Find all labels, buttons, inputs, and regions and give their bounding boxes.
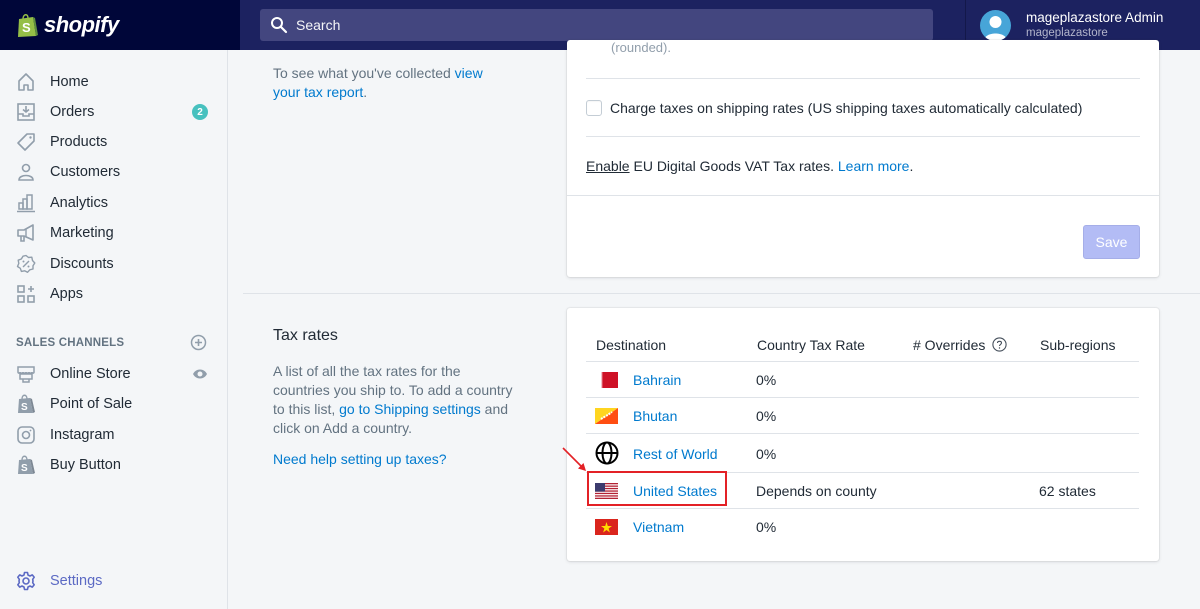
sidebar-item-online-store[interactable]: Online Store xyxy=(0,359,228,389)
globe-icon xyxy=(595,441,619,465)
instagram-icon xyxy=(16,425,36,445)
bar-chart-icon xyxy=(16,193,36,213)
user-silhouette-icon xyxy=(984,15,1007,41)
avatar xyxy=(980,9,1011,41)
rounded-note: (rounded). xyxy=(611,40,671,55)
bahrain-flag xyxy=(595,372,618,388)
tax-settings-card: (rounded). Charge taxes on shipping rate… xyxy=(567,40,1159,277)
store-icon xyxy=(16,364,36,384)
sidebar-item-customers[interactable]: Customers xyxy=(0,157,228,187)
add-sales-channel-icon[interactable] xyxy=(190,334,207,351)
charge-shipping-tax-label: Charge taxes on shipping rates (US shipp… xyxy=(610,100,1083,116)
shopify-logo[interactable]: S shopify xyxy=(0,0,240,50)
eu-vat-row: Enable EU Digital Goods VAT Tax rates. L… xyxy=(586,158,914,174)
tax-rate-cell: 0% xyxy=(756,408,777,424)
gear-icon xyxy=(16,571,36,591)
svg-text:S: S xyxy=(22,20,31,35)
sidebar: Home Orders 2 Products Customers Analyti… xyxy=(0,50,228,609)
shopify-bag-icon: S xyxy=(16,394,36,414)
orders-count-badge: 2 xyxy=(192,104,208,120)
section-divider xyxy=(243,293,1200,294)
svg-text:S: S xyxy=(21,402,28,413)
column-header-destination: Destination xyxy=(596,337,667,353)
megaphone-icon xyxy=(16,223,36,243)
learn-more-link[interactable]: Learn more xyxy=(838,158,910,174)
sidebar-item-home[interactable]: Home xyxy=(0,67,228,97)
eye-icon[interactable] xyxy=(192,367,208,381)
search-icon xyxy=(271,17,288,34)
enable-eu-vat-link[interactable]: Enable xyxy=(586,158,630,174)
sidebar-item-orders[interactable]: Orders 2 xyxy=(0,97,228,127)
column-header-sub-regions: Sub-regions xyxy=(1040,337,1116,353)
table-row: Rest of World 0% xyxy=(586,433,1139,472)
discount-icon xyxy=(16,254,36,274)
search-bar[interactable] xyxy=(260,9,933,41)
sales-channels-heading: SALES CHANNELS xyxy=(16,337,125,349)
destination-link[interactable]: United States xyxy=(633,483,717,499)
orders-icon xyxy=(16,102,36,122)
charge-shipping-tax-option[interactable]: Charge taxes on shipping rates (US shipp… xyxy=(586,100,1082,116)
sidebar-item-products[interactable]: Products xyxy=(0,127,228,157)
charge-shipping-tax-checkbox[interactable] xyxy=(586,100,602,116)
destination-link[interactable]: Vietnam xyxy=(633,519,684,535)
sidebar-item-apps[interactable]: Apps xyxy=(0,279,228,309)
table-row: Bahrain 0% xyxy=(586,361,1139,397)
sub-regions-cell: 62 states xyxy=(1039,483,1096,499)
tax-rate-cell: Depends on county xyxy=(756,483,877,499)
svg-text:S: S xyxy=(21,463,28,474)
sidebar-item-point-of-sale[interactable]: S Point of Sale xyxy=(0,389,228,419)
annotation-arrow xyxy=(562,447,586,471)
column-header-country-tax-rate: Country Tax Rate xyxy=(757,337,865,353)
divider xyxy=(567,195,1159,196)
tax-rate-cell: 0% xyxy=(756,372,777,388)
vietnam-flag xyxy=(595,519,618,535)
user-name: mageplazastore Admin xyxy=(1026,10,1164,25)
tax-rate-cell: 0% xyxy=(756,519,777,535)
sidebar-item-buy-button[interactable]: S Buy Button xyxy=(0,450,228,480)
save-button[interactable]: Save xyxy=(1083,225,1140,259)
tax-rate-cell: 0% xyxy=(756,445,777,462)
divider xyxy=(586,78,1140,79)
table-row: Bhutan 0% xyxy=(586,397,1139,433)
person-icon xyxy=(16,162,36,182)
tax-rates-title: Tax rates xyxy=(273,327,338,344)
home-icon xyxy=(16,72,36,92)
sidebar-item-marketing[interactable]: Marketing xyxy=(0,218,228,248)
table-row-highlighted: United States Depends on county 62 state… xyxy=(586,472,1139,508)
shopify-bag-icon: S xyxy=(18,14,38,37)
destination-link[interactable]: Rest of World xyxy=(633,446,718,462)
store-name: mageplazastore xyxy=(1026,27,1108,39)
tax-rates-description: A list of all the tax rates for the coun… xyxy=(273,363,513,436)
main-content: To see what you've collected view your t… xyxy=(229,40,1200,609)
sidebar-item-analytics[interactable]: Analytics xyxy=(0,188,228,218)
destination-link[interactable]: Bahrain xyxy=(633,372,681,388)
sidebar-item-settings[interactable]: Settings xyxy=(0,566,228,596)
tax-report-text: To see what you've collected view your t… xyxy=(273,65,483,100)
help-taxes-row: Need help setting up taxes? xyxy=(273,450,513,469)
apps-icon xyxy=(16,284,36,304)
sidebar-item-discounts[interactable]: Discounts xyxy=(0,249,228,279)
help-setting-up-taxes-link[interactable]: Need help setting up taxes? xyxy=(273,451,447,467)
table-row: Vietnam 0% xyxy=(586,508,1139,544)
sidebar-item-instagram[interactable]: Instagram xyxy=(0,420,228,450)
bhutan-flag xyxy=(595,408,618,424)
shipping-settings-link[interactable]: go to Shipping settings xyxy=(339,401,481,417)
shopify-bag-icon: S xyxy=(16,455,36,475)
tax-rates-table: Destination Country Tax Rate # Overrides… xyxy=(567,308,1159,561)
us-flag xyxy=(595,483,618,499)
divider xyxy=(586,136,1140,137)
column-header-overrides: # Overrides xyxy=(913,337,1007,353)
logo-text: shopify xyxy=(44,12,119,37)
search-input[interactable] xyxy=(296,17,896,33)
destination-link[interactable]: Bhutan xyxy=(633,408,677,424)
tag-icon xyxy=(16,132,36,152)
help-circle-icon[interactable] xyxy=(992,337,1007,352)
